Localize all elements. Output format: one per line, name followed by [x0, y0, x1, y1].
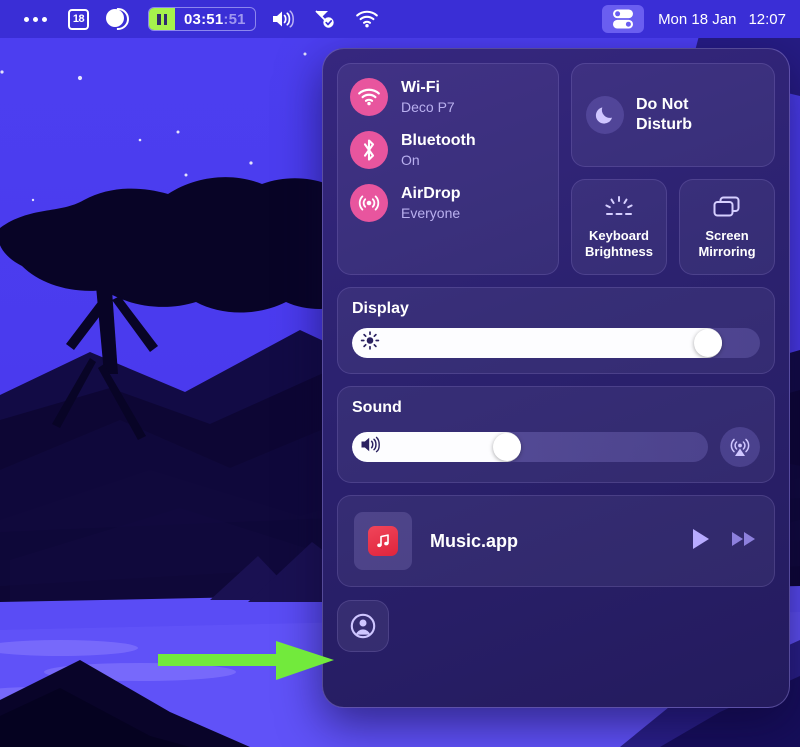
wifi-label: Wi-Fi	[401, 79, 440, 97]
speaker-waves-icon	[360, 436, 382, 459]
connectivity-item-bluetooth[interactable]: Bluetooth On	[350, 131, 546, 169]
now-playing-controls	[690, 527, 758, 556]
menubar-volume-item[interactable]	[262, 0, 304, 38]
screen-mirroring-line2: Mirroring	[698, 243, 756, 259]
menubar-clock[interactable]: Mon 18 Jan 12:07	[648, 11, 800, 28]
dnd-label-line2: Disturb	[636, 116, 692, 133]
now-playing-artwork	[354, 512, 412, 570]
display-brightness-slider[interactable]	[352, 328, 760, 358]
keyboard-brightness-button[interactable]: Keyboard Brightness	[571, 179, 667, 275]
wifi-status: Deco P7	[401, 98, 455, 115]
brightness-sun-icon	[360, 331, 380, 356]
annotation-arrow	[158, 638, 336, 689]
airdrop-icon	[350, 184, 388, 222]
display-card: Display	[337, 287, 775, 374]
connectivity-text-wifi: Wi-Fi Deco P7	[401, 79, 455, 114]
bluetooth-label: Bluetooth	[401, 132, 476, 150]
calendar-day-label: 18	[72, 13, 85, 25]
sound-output-button[interactable]	[720, 427, 760, 467]
user-circle-icon	[350, 613, 376, 639]
sound-title: Sound	[352, 399, 402, 416]
fast-forward-button[interactable]	[730, 527, 758, 556]
control-center-top-row: Wi-Fi Deco P7 Bluetooth On AirDrop Every…	[337, 63, 775, 275]
timer-display: 03:51:51	[175, 11, 255, 28]
fast-forward-icon	[732, 531, 755, 546]
keyboard-brightness-icon	[605, 195, 633, 215]
menubar-right-group: Mon 18 Jan 12:07	[598, 5, 800, 33]
control-center-toggles-icon	[613, 9, 634, 29]
control-center-panel: Wi-Fi Deco P7 Bluetooth On AirDrop Every…	[322, 48, 790, 708]
menubar-date-label: Mon 18 Jan	[658, 10, 737, 28]
dropbox-check-icon	[315, 10, 334, 28]
airplay-audio-icon	[730, 438, 750, 456]
screen-mirroring-button[interactable]: Screen Mirroring	[679, 179, 775, 275]
wifi-icon	[350, 78, 388, 116]
control-center-right-column: Do Not Disturb Keyboard Brightness Scree…	[571, 63, 775, 275]
airdrop-label: AirDrop	[401, 185, 461, 203]
menubar-wifi-item[interactable]	[346, 0, 388, 38]
connectivity-card: Wi-Fi Deco P7 Bluetooth On AirDrop Every…	[337, 63, 559, 275]
screen-mirroring-icon	[713, 196, 740, 217]
now-playing-card[interactable]: Music.app	[337, 495, 775, 587]
connectivity-item-wifi[interactable]: Wi-Fi Deco P7	[350, 78, 546, 116]
green-arrow-right-icon	[158, 641, 334, 680]
do-not-disturb-button[interactable]: Do Not Disturb	[571, 63, 775, 167]
display-title: Display	[352, 300, 409, 317]
calendar-icon: 18	[68, 8, 89, 30]
menu-bar: 18 03:51:51 Mon 18 Jan 12:07	[0, 0, 800, 38]
play-icon	[693, 528, 709, 549]
wifi-icon	[355, 10, 378, 28]
menubar-timer[interactable]: 03:51:51	[148, 7, 256, 31]
music-note-icon	[368, 526, 398, 556]
menubar-time-label: 12:07	[748, 10, 786, 28]
keyboard-brightness-line1: Keyboard	[589, 227, 649, 243]
screen-mirroring-label: Screen Mirroring	[698, 228, 755, 259]
play-button[interactable]	[690, 527, 712, 556]
airdrop-status: Everyone	[401, 204, 461, 221]
pause-icon[interactable]	[149, 8, 175, 30]
sound-volume-slider[interactable]	[352, 432, 708, 462]
timer-hours-minutes: 03:51	[184, 10, 224, 28]
display-slider-row	[352, 328, 760, 358]
menubar-calendar-item[interactable]: 18	[59, 0, 98, 38]
bluetooth-status: On	[401, 151, 420, 168]
user-row	[337, 600, 775, 652]
dnd-label-line1: Do Not	[636, 96, 689, 114]
user-account-button[interactable]	[337, 600, 389, 652]
menubar-dark-mode-item[interactable]	[98, 0, 138, 38]
menubar-overflow-icon[interactable]	[0, 16, 59, 22]
now-playing-app-name: Music.app	[430, 530, 519, 551]
keyboard-brightness-label: Keyboard Brightness	[585, 228, 653, 259]
speaker-waves-icon	[272, 10, 294, 28]
control-center-tiles: Keyboard Brightness Screen Mirroring	[571, 179, 775, 275]
connectivity-text-airdrop: AirDrop Everyone	[401, 185, 461, 220]
bluetooth-icon	[350, 131, 388, 169]
menubar-control-center-button[interactable]	[602, 5, 645, 33]
moon-icon	[586, 96, 624, 134]
timer-seconds: :51	[223, 10, 246, 28]
keyboard-brightness-line2: Brightness	[585, 243, 653, 259]
menubar-dropbox-item[interactable]	[304, 0, 346, 38]
sound-card: Sound	[337, 386, 775, 483]
connectivity-item-airdrop[interactable]: AirDrop Everyone	[350, 184, 546, 222]
sound-slider-row	[352, 427, 760, 467]
connectivity-text-bluetooth: Bluetooth On	[401, 132, 476, 167]
dark-mode-circle-icon	[106, 8, 129, 30]
do-not-disturb-label: Do Not Disturb	[636, 95, 692, 134]
screen-mirroring-line1: Screen	[705, 227, 749, 243]
